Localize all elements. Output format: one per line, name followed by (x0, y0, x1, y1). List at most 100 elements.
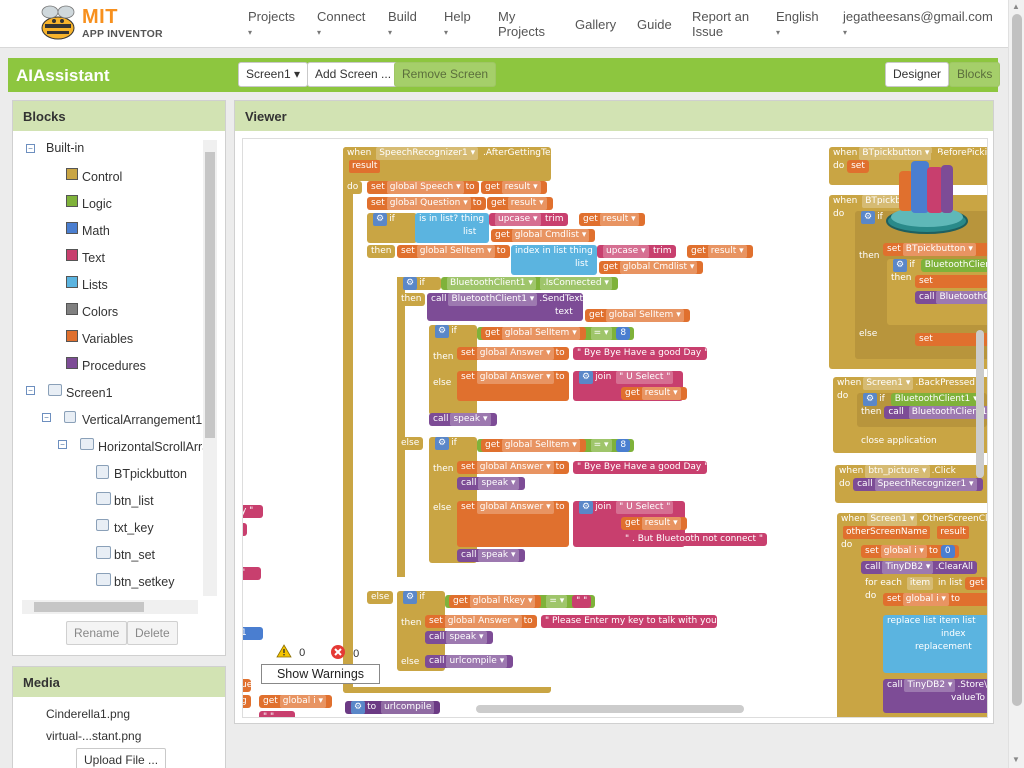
text-string-block[interactable]: " Bye Bye Have a good Day " (573, 347, 707, 360)
upcase-block[interactable]: upcase ▾ (597, 245, 655, 258)
component-dropdown[interactable]: BluetoothClient1 ▾ (936, 291, 987, 304)
trim-block[interactable]: trim (541, 213, 568, 226)
get-i-block[interactable]: get global i ▾ (259, 695, 332, 708)
delete-button[interactable]: Delete (127, 621, 178, 645)
text-string-block[interactable]: " Bye Bye Have a good Day " (573, 461, 707, 474)
is-in-list-block[interactable]: is in list? thing list (415, 213, 489, 243)
variable-dropdown[interactable]: result ▾ (507, 197, 547, 210)
warning-indicator[interactable]: 0 (276, 644, 305, 659)
text-string-block[interactable]: " Please Enter my key to talk with you " (541, 615, 717, 628)
gear-icon[interactable]: ⚙ (351, 701, 366, 714)
variable-dropdown[interactable]: result ▾ (599, 213, 639, 226)
variable-dropdown[interactable]: global Question ▾ (386, 197, 471, 210)
rename-button[interactable]: Rename (66, 621, 128, 645)
tree-screen1[interactable]: Screen1 (66, 386, 113, 400)
replace-list-item-block[interactable]: replace list item list index replacement (883, 615, 987, 673)
variable-dropdown[interactable]: global Answer ▾ (476, 347, 554, 360)
procedure-dropdown[interactable]: speak ▾ (450, 413, 491, 426)
blocks-workspace[interactable]: when SpeechRecognizer1 ▾ .AfterGettingTe… (242, 138, 988, 718)
nav-user-account[interactable]: jegatheesans@gmail.com ▾ (843, 9, 993, 40)
component-dropdown[interactable]: SpeechRecognizer1 ▾ (874, 478, 977, 491)
set-selitem-block[interactable]: set global SelItem ▾ to (397, 245, 510, 258)
tree-vertical-scrollbar[interactable] (203, 140, 217, 596)
collapse-icon[interactable]: − (26, 144, 35, 153)
call-speak-block[interactable]: call speak ▾ (457, 477, 525, 490)
compare-block[interactable]: get global Rkey ▾ = ▾ " " (445, 595, 596, 608)
page-scrollbar[interactable]: ▲ ▼ (1008, 0, 1024, 768)
index-in-list-block[interactable]: index in list thing list (511, 245, 597, 275)
text-fragment-block[interactable]: " (243, 567, 261, 580)
variable-dropdown[interactable]: result ▾ (641, 517, 681, 530)
call-urlcompile-block[interactable]: call urlcompile ▾ (425, 655, 514, 668)
text-fragment-block[interactable]: " " (259, 711, 295, 717)
gear-icon[interactable]: ⚙ (579, 371, 594, 384)
get-result-block[interactable]: get result ▾ (579, 213, 645, 226)
get-result-block[interactable]: get result ▾ (487, 197, 553, 210)
tree-builtin[interactable]: Built-in (46, 141, 84, 155)
set-block[interactable]: set (847, 160, 869, 173)
call-speak-block[interactable]: call speak ▾ (425, 631, 493, 644)
component-dropdown[interactable]: SpeechRecognizer1 ▾ (376, 147, 479, 160)
get-result-block[interactable]: get result ▾ (687, 245, 753, 258)
compare-op-dropdown[interactable]: = ▾ (590, 439, 612, 452)
variable-dropdown[interactable]: global Answer ▾ (476, 371, 554, 384)
if-block[interactable]: ⚙ if (397, 277, 441, 290)
nav-connect[interactable]: Connect ▾ (317, 9, 365, 40)
nav-guide[interactable]: Guide (637, 17, 672, 32)
component-dropdown[interactable]: Screen1 ▾ (863, 377, 914, 390)
variable-dropdown[interactable]: result ▾ (641, 387, 681, 400)
variable-dropdown[interactable]: result ▾ (501, 181, 541, 194)
set-bt-block[interactable]: set (915, 275, 987, 288)
text-string-block[interactable]: " . But Bluetooth not connect " (621, 533, 768, 546)
nav-my-projects[interactable]: My Projects (498, 9, 545, 39)
component-dropdown[interactable]: TinyDB2 ▾ (882, 561, 934, 574)
get-block[interactable]: get (965, 577, 987, 590)
procedure-dropdown[interactable]: speak ▾ (478, 477, 519, 490)
tree-vertical-scrollbar-thumb[interactable] (205, 152, 215, 438)
tree-item-lists[interactable]: Lists (82, 278, 108, 292)
call-sendtext-block[interactable]: call BluetoothClient1 ▾ .SendText text (427, 293, 583, 321)
text-fragment-block[interactable]: ue (243, 679, 252, 692)
variable-dropdown[interactable]: global i ▾ (880, 545, 927, 558)
component-dropdown[interactable]: btn_picture ▾ (865, 465, 930, 478)
call-speak-block[interactable]: call speak ▾ (457, 549, 525, 562)
variable-dropdown[interactable]: global SelItem ▾ (501, 439, 580, 452)
text-string[interactable]: " U Select " (616, 501, 674, 514)
tree-item-control[interactable]: Control (82, 170, 122, 184)
upcase-block[interactable]: upcase ▾ (489, 213, 547, 226)
gear-icon[interactable]: ⚙ (403, 277, 418, 290)
blocks-button[interactable]: Blocks (949, 62, 1001, 87)
get-cmdlist-block[interactable]: get global Cmdlist ▾ (491, 229, 596, 242)
call-bt-block[interactable]: callBluetoothClient1 ▾ (915, 291, 987, 304)
get-selitem-block[interactable]: get global SelItem ▾ (481, 439, 586, 452)
get-rkey-block[interactable]: get global Rkey ▾ (449, 595, 542, 608)
nav-gallery[interactable]: Gallery (575, 17, 616, 32)
screen-selector[interactable]: Screen1 ▾ (238, 62, 309, 87)
collapse-icon[interactable]: − (58, 440, 67, 449)
compare-op-dropdown[interactable]: = ▾ (590, 327, 612, 340)
procedure-dropdown[interactable]: speak ▾ (446, 631, 487, 644)
gear-icon[interactable]: ⚙ (435, 325, 450, 338)
media-file[interactable]: virtual-...stant.png (46, 729, 141, 743)
get-result-block[interactable]: get result ▾ (481, 181, 547, 194)
number-block[interactable]: 8 (616, 327, 631, 340)
variable-dropdown[interactable]: global Answer ▾ (444, 615, 522, 628)
gear-icon[interactable]: ⚙ (861, 211, 876, 224)
set-question-block[interactable]: set global Question ▾ to (367, 197, 486, 210)
component-dropdown[interactable]: Screen1 ▾ (867, 513, 918, 526)
set-i-block[interactable]: set global i ▾ to 0 (861, 545, 959, 558)
component-block[interactable]: BluetoothClient1 ▾ (890, 393, 982, 406)
variable-dropdown[interactable]: global Answer ▾ (476, 501, 554, 514)
error-indicator[interactable]: 0 (330, 644, 359, 660)
tree-item-colors[interactable]: Colors (82, 305, 118, 319)
add-screen-button[interactable]: Add Screen ... (307, 62, 400, 87)
component-dropdown[interactable]: BTpickbutton ▾ (902, 243, 976, 256)
compare-block[interactable]: get global SelItem ▾ = ▾ 8 (477, 439, 635, 452)
nav-projects[interactable]: Projects ▾ (248, 9, 295, 40)
upload-file-button[interactable]: Upload File ... (76, 748, 167, 768)
set-answer-block[interactable]: set global Answer ▾ to (457, 501, 569, 547)
loop-variable[interactable]: item (906, 577, 934, 590)
gear-icon[interactable]: ⚙ (435, 437, 450, 450)
component-dropdown[interactable]: BluetoothClient1 ▾ (448, 293, 538, 306)
close-application-block[interactable]: close application (857, 435, 941, 448)
